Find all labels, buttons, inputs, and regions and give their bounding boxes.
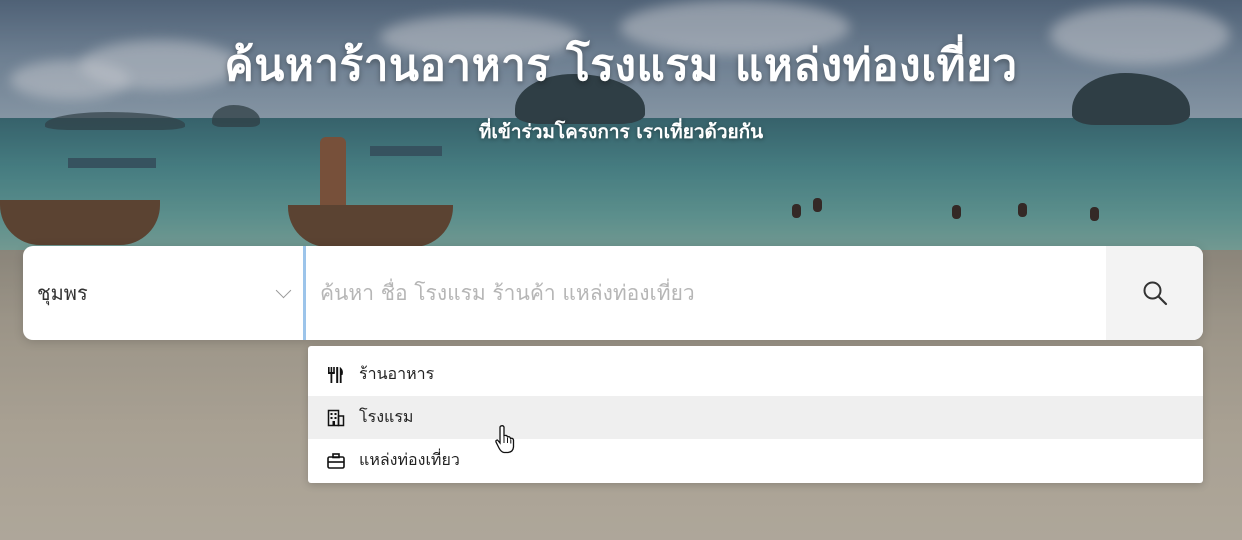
hand-cursor-icon <box>495 425 515 454</box>
page-title: ค้นหาร้านอาหาร โรงแรม แหล่งท่องเที่ยว <box>224 40 1018 91</box>
search-button[interactable] <box>1106 246 1203 340</box>
province-select-value: ชุมพร <box>37 281 88 305</box>
dropdown-item-label: ร้านอาหาร <box>359 364 435 383</box>
dropdown-item-hotel[interactable]: โรงแรม <box>308 396 1203 439</box>
chevron-down-icon <box>275 282 292 298</box>
dropdown-item-label: โรงแรม <box>359 407 414 426</box>
search-icon <box>1143 281 1167 306</box>
suitcase-icon <box>326 451 346 471</box>
category-dropdown: ร้านอาหาร โรงแรม แหล่งท่องเที่ยว <box>308 346 1203 483</box>
province-select[interactable]: ชุมพร <box>23 246 305 340</box>
dropdown-item-attraction[interactable]: แหล่งท่องเที่ยว <box>308 439 1203 482</box>
page-subtitle: ที่เข้าร่วมโครงการ เราเที่ยวด้วยกัน <box>478 121 764 143</box>
dropdown-item-label: แหล่งท่องเที่ยว <box>359 450 460 469</box>
dropdown-item-restaurant[interactable]: ร้านอาหาร <box>308 353 1203 396</box>
search-input[interactable] <box>305 246 1106 340</box>
building-icon <box>326 408 346 428</box>
search-bar: ชุมพร <box>23 246 1203 340</box>
utensils-icon <box>326 365 346 385</box>
